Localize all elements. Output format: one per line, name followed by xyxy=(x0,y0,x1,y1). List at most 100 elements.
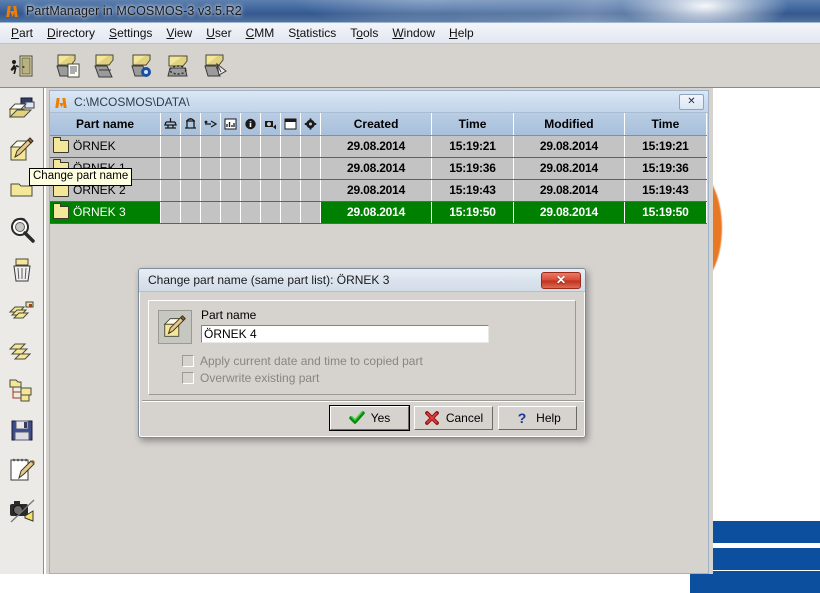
column-header-part-name[interactable]: Part name xyxy=(50,113,162,136)
menu-help[interactable]: Help xyxy=(442,24,481,42)
part-name-input[interactable] xyxy=(201,325,489,343)
column-header-gear[interactable] xyxy=(300,113,322,136)
column-header-camera[interactable] xyxy=(260,113,282,136)
copy-part-button[interactable] xyxy=(2,91,41,129)
cell-flag[interactable] xyxy=(260,157,282,180)
column-header-probe[interactable] xyxy=(200,113,222,136)
pencil-edit-icon xyxy=(9,137,34,161)
part-group-button[interactable] xyxy=(2,331,41,369)
left-toolbar xyxy=(0,88,44,574)
open-part-button[interactable] xyxy=(87,48,122,83)
menu-user[interactable]: User xyxy=(199,24,238,42)
table-row-selected[interactable]: ÖRNEK 3 29.08.2014 15:19:50 29.08.2014 1… xyxy=(50,201,708,224)
cell-flag[interactable] xyxy=(200,157,222,180)
dialog-button-row: Yes Cancel ? Help xyxy=(139,405,587,431)
cancel-label: Cancel xyxy=(445,411,484,425)
menu-settings[interactable]: Settings xyxy=(102,24,159,42)
cell-flag[interactable] xyxy=(180,157,202,180)
menu-statistics[interactable]: Statistics xyxy=(281,24,343,42)
cell-flag[interactable] xyxy=(260,179,282,202)
cell-flag[interactable] xyxy=(300,179,322,202)
column-header-modified[interactable]: Modified xyxy=(513,113,625,136)
cell-created: 29.08.2014 xyxy=(320,135,432,158)
column-header-info[interactable] xyxy=(240,113,262,136)
cell-flag[interactable] xyxy=(280,201,302,224)
screenshot-button[interactable] xyxy=(2,491,41,529)
cell-flag[interactable] xyxy=(220,201,242,224)
svg-text:?: ? xyxy=(518,410,527,426)
part-list-titlebar: C:\MCOSMOS\DATA\ ✕ xyxy=(50,91,708,113)
part-list-button[interactable] xyxy=(2,291,41,329)
save-button[interactable] xyxy=(2,411,41,449)
window-icon xyxy=(284,118,297,130)
cell-flag[interactable] xyxy=(260,135,282,158)
cell-flag[interactable] xyxy=(240,179,262,202)
cell-flag[interactable] xyxy=(280,179,302,202)
new-part-button[interactable] xyxy=(50,48,85,83)
yes-button[interactable]: Yes xyxy=(329,405,410,431)
part-report-button[interactable] xyxy=(198,48,233,83)
pencil-edit-icon xyxy=(158,310,192,344)
column-header-cmm-table[interactable] xyxy=(160,113,182,136)
apply-date-checkbox xyxy=(182,355,194,367)
cell-modified-time: 15:19:50 xyxy=(624,201,708,224)
cell-flag[interactable] xyxy=(220,135,242,158)
cell-flag[interactable] xyxy=(220,157,242,180)
menu-view[interactable]: View xyxy=(159,24,199,42)
find-part-button[interactable] xyxy=(2,211,41,249)
menu-window[interactable]: Window xyxy=(385,24,442,42)
dialog-title: Change part name (same part list): ÖRNEK… xyxy=(148,273,390,287)
cell-flag[interactable] xyxy=(280,157,302,180)
directory-tree-button[interactable] xyxy=(2,371,41,409)
cell-flag[interactable] xyxy=(200,201,222,224)
cell-flag[interactable] xyxy=(280,135,302,158)
cell-flag[interactable] xyxy=(240,135,262,158)
cell-part-name[interactable]: ÖRNEK xyxy=(50,135,162,158)
column-header-document[interactable] xyxy=(220,113,242,136)
edit-notes-button[interactable] xyxy=(2,451,41,489)
column-header-cmm-bridge[interactable] xyxy=(180,113,202,136)
cell-flag[interactable] xyxy=(200,179,222,202)
cell-flag[interactable] xyxy=(180,201,202,224)
close-icon[interactable]: ✕ xyxy=(541,271,581,289)
cell-flag[interactable] xyxy=(160,157,182,180)
column-header-created-time[interactable]: Time xyxy=(431,113,515,136)
cell-created-time: 15:19:43 xyxy=(431,179,515,202)
part-list-table: Part name Created Time Modified Time ÖRN… xyxy=(50,113,708,224)
cell-flag[interactable] xyxy=(220,179,242,202)
cell-flag[interactable] xyxy=(160,179,182,202)
cell-flag[interactable] xyxy=(180,135,202,158)
exit-program-button[interactable] xyxy=(4,48,39,83)
delete-part-button[interactable] xyxy=(2,251,41,289)
background-blue-bar xyxy=(690,571,820,593)
table-row[interactable]: ÖRNEK 2 29.08.2014 15:19:43 29.08.2014 1… xyxy=(50,179,708,202)
cell-flag[interactable] xyxy=(240,201,262,224)
help-button[interactable]: ? Help xyxy=(498,406,577,430)
menubar: Part Directory Settings View User CMM St… xyxy=(0,23,820,44)
column-header-window[interactable] xyxy=(280,113,302,136)
change-part-name-button[interactable] xyxy=(2,131,41,169)
cell-part-name[interactable]: ÖRNEK 3 xyxy=(50,201,162,224)
cell-flag[interactable] xyxy=(160,201,182,224)
cell-flag[interactable] xyxy=(180,179,202,202)
menu-tools[interactable]: Tools xyxy=(343,24,385,42)
cancel-button[interactable]: Cancel xyxy=(414,406,493,430)
cell-flag[interactable] xyxy=(240,157,262,180)
cell-flag[interactable] xyxy=(300,201,322,224)
cell-flag[interactable] xyxy=(160,135,182,158)
close-icon[interactable]: ✕ xyxy=(679,93,704,110)
cell-flag[interactable] xyxy=(300,135,322,158)
part-settings-button[interactable] xyxy=(124,48,159,83)
cmm-table-icon xyxy=(164,118,178,129)
cell-flag[interactable] xyxy=(260,201,282,224)
menu-cmm[interactable]: CMM xyxy=(239,24,282,42)
table-row[interactable]: ÖRNEK 1 29.08.2014 15:19:36 29.08.2014 1… xyxy=(50,157,708,180)
menu-part[interactable]: Part xyxy=(4,24,40,42)
cell-flag[interactable] xyxy=(200,135,222,158)
column-header-modified-time[interactable]: Time xyxy=(624,113,708,136)
column-header-created[interactable]: Created xyxy=(320,113,432,136)
menu-directory[interactable]: Directory xyxy=(40,24,102,42)
table-row[interactable]: ÖRNEK 29.08.2014 15:19:21 29.08.2014 15:… xyxy=(50,135,708,158)
part-measure-button[interactable] xyxy=(161,48,196,83)
cell-flag[interactable] xyxy=(300,157,322,180)
